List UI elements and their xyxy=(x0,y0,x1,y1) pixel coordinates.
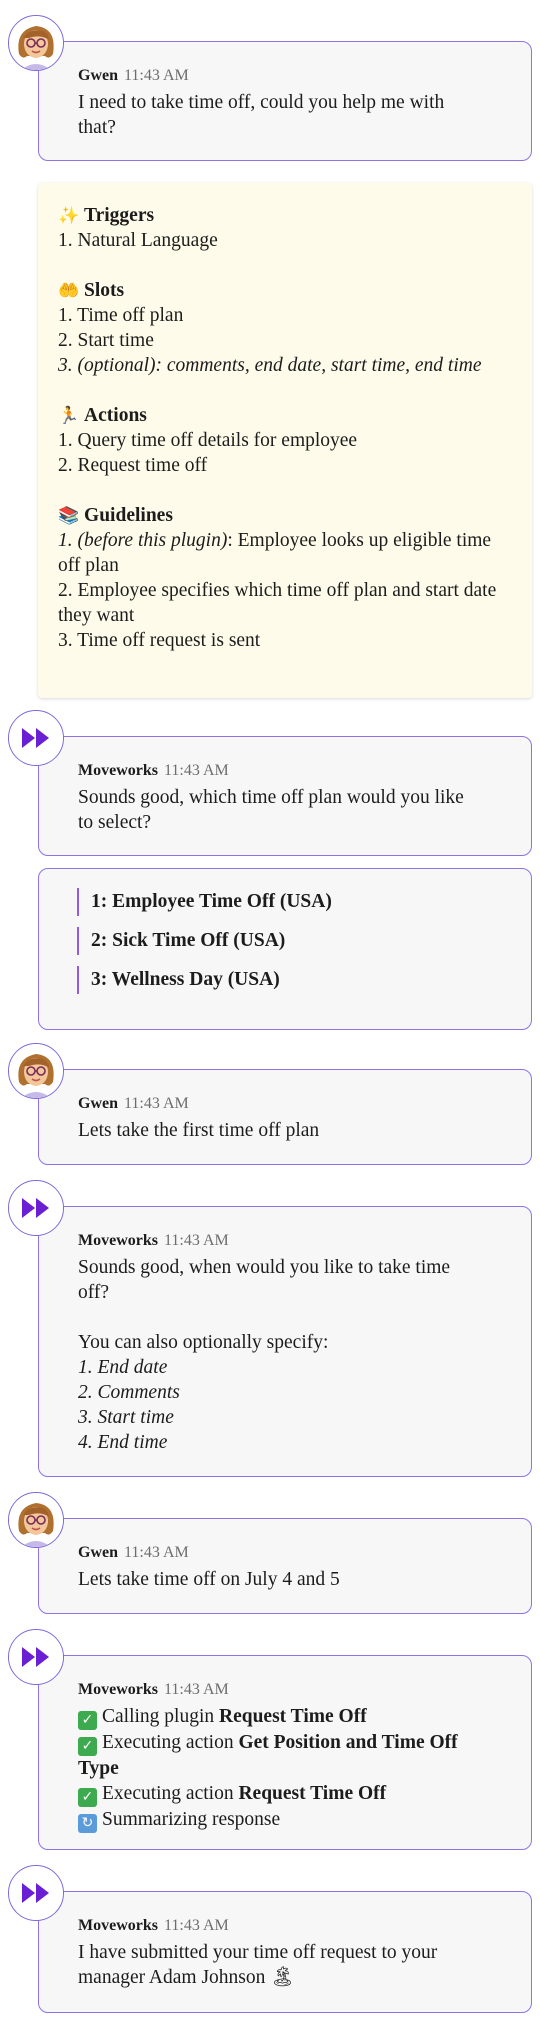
section-title: Actions xyxy=(84,405,147,426)
status-line: ✓ Calling plugin Request Time Off xyxy=(78,1704,505,1730)
status-line-continued: Type xyxy=(78,1758,119,1779)
option-wellness-day[interactable]: 3: Wellness Day (USA) xyxy=(77,966,280,994)
message-line: I have submitted your time off request t… xyxy=(78,1942,438,1963)
sender-name: Moveworks xyxy=(78,762,158,779)
slot-item: 3. (optional): comments, end date, start… xyxy=(58,355,482,376)
status-line: ↻ Summarizing response xyxy=(78,1807,505,1833)
message-line: You can also optionally specify: xyxy=(78,1332,329,1353)
runner-icon: 🏃 xyxy=(58,406,80,425)
status-line: ✓ Executing action Get Position and Time … xyxy=(78,1730,505,1756)
option-employee-time-off[interactable]: 1: Employee Time Off (USA) xyxy=(77,888,332,916)
hands-icon: 🤲 xyxy=(58,281,80,300)
bot-message: Moveworks 11:43 AM ✓ Calling plugin Reques… xyxy=(38,1655,532,1850)
user-avatar xyxy=(8,1492,64,1548)
timestamp: 11:43 AM xyxy=(124,1095,189,1112)
sparkles-icon: ✨ xyxy=(58,206,80,225)
trigger-item: 1. Natural Language xyxy=(58,230,218,251)
guideline-item: they want xyxy=(58,605,135,626)
user-message: Gwen 11:43 AM I need to take time off, co… xyxy=(38,41,532,161)
user-avatar xyxy=(8,15,64,71)
sender-name: Gwen xyxy=(78,67,118,84)
check-icon: ✓ xyxy=(78,1737,97,1756)
message-line: to select? xyxy=(78,812,152,833)
optional-item: 4. End time xyxy=(78,1432,168,1453)
guideline-item: : Employee looks up eligible time xyxy=(227,530,492,551)
guideline-item: off plan xyxy=(58,555,119,576)
optional-item: 3. Start time xyxy=(78,1407,174,1428)
status-line: ✓ Executing action Request Time Off xyxy=(78,1781,505,1807)
message-line: I need to take time off, could you help … xyxy=(78,92,445,113)
message-line: off? xyxy=(78,1282,110,1303)
slot-item: 1. Time off plan xyxy=(58,305,184,326)
timestamp: 11:43 AM xyxy=(124,67,189,84)
moveworks-avatar xyxy=(8,1865,64,1921)
moveworks-avatar xyxy=(8,1180,64,1236)
books-icon: 📚 xyxy=(58,506,80,525)
sender-name: Gwen xyxy=(78,1095,118,1112)
timestamp: 11:43 AM xyxy=(163,1917,229,1934)
check-icon: ✓ xyxy=(78,1788,97,1807)
section-title: Slots xyxy=(84,280,125,301)
section-title: Guidelines xyxy=(84,505,173,526)
user-avatar xyxy=(8,1043,64,1099)
user-message: Gwen 11:43 AM Lets take time off on July … xyxy=(38,1518,532,1614)
timestamp: 11:43 AM xyxy=(163,1232,229,1249)
bot-message: Moveworks 11:43 AM Sounds good, which tim… xyxy=(38,736,532,856)
timestamp: 11:43 AM xyxy=(163,1681,229,1698)
message-line: Sounds good, when would you like to take… xyxy=(78,1257,451,1278)
sender-name: Gwen xyxy=(78,1544,118,1561)
check-icon: ✓ xyxy=(78,1711,97,1730)
sender-name: Moveworks xyxy=(78,1917,158,1934)
section-title: Triggers xyxy=(84,205,155,226)
bot-message: Moveworks 11:43 AM I have submitted your … xyxy=(38,1891,532,2013)
bot-message: Moveworks 11:43 AM Sounds good, when woul… xyxy=(38,1206,532,1477)
timestamp: 11:43 AM xyxy=(124,1544,189,1561)
user-message: Gwen 11:43 AM Lets take the first time of… xyxy=(38,1069,532,1165)
sender-name: Moveworks xyxy=(78,1232,158,1249)
sender-name: Moveworks xyxy=(78,1681,158,1698)
slot-item: 2. Start time xyxy=(58,330,154,351)
guideline-item: 3. Time off request is sent xyxy=(58,630,261,651)
optional-item: 1. End date xyxy=(78,1357,168,1378)
moveworks-avatar xyxy=(8,710,64,766)
option-sick-time-off[interactable]: 2: Sick Time Off (USA) xyxy=(77,927,285,955)
timestamp: 11:43 AM xyxy=(163,762,229,779)
plugin-description-card: ✨ Triggers 1. Natural Language 🤲 Slots 1… xyxy=(38,183,532,698)
message-line: Lets take the first time off plan xyxy=(78,1120,320,1141)
guideline-item: 1. (before this plugin) xyxy=(58,530,228,551)
island-icon: 🏝 xyxy=(270,1967,296,1988)
message-line: Lets take time off on July 4 and 5 xyxy=(78,1569,340,1590)
message-line: Sounds good, which time off plan would y… xyxy=(78,787,464,808)
moveworks-avatar xyxy=(8,1629,64,1685)
optional-item: 2. Comments xyxy=(78,1382,180,1403)
action-item: 2. Request time off xyxy=(58,455,208,476)
action-item: 1. Query time off details for employee xyxy=(58,430,358,451)
message-line: manager Adam Johnson xyxy=(78,1967,266,1988)
message-line: that? xyxy=(78,117,116,138)
repeat-icon: ↻ xyxy=(78,1814,97,1833)
guideline-item: 2. Employee specifies which time off pla… xyxy=(58,580,497,601)
options-card: 1: Employee Time Off (USA) 2: Sick Time … xyxy=(38,868,532,1030)
